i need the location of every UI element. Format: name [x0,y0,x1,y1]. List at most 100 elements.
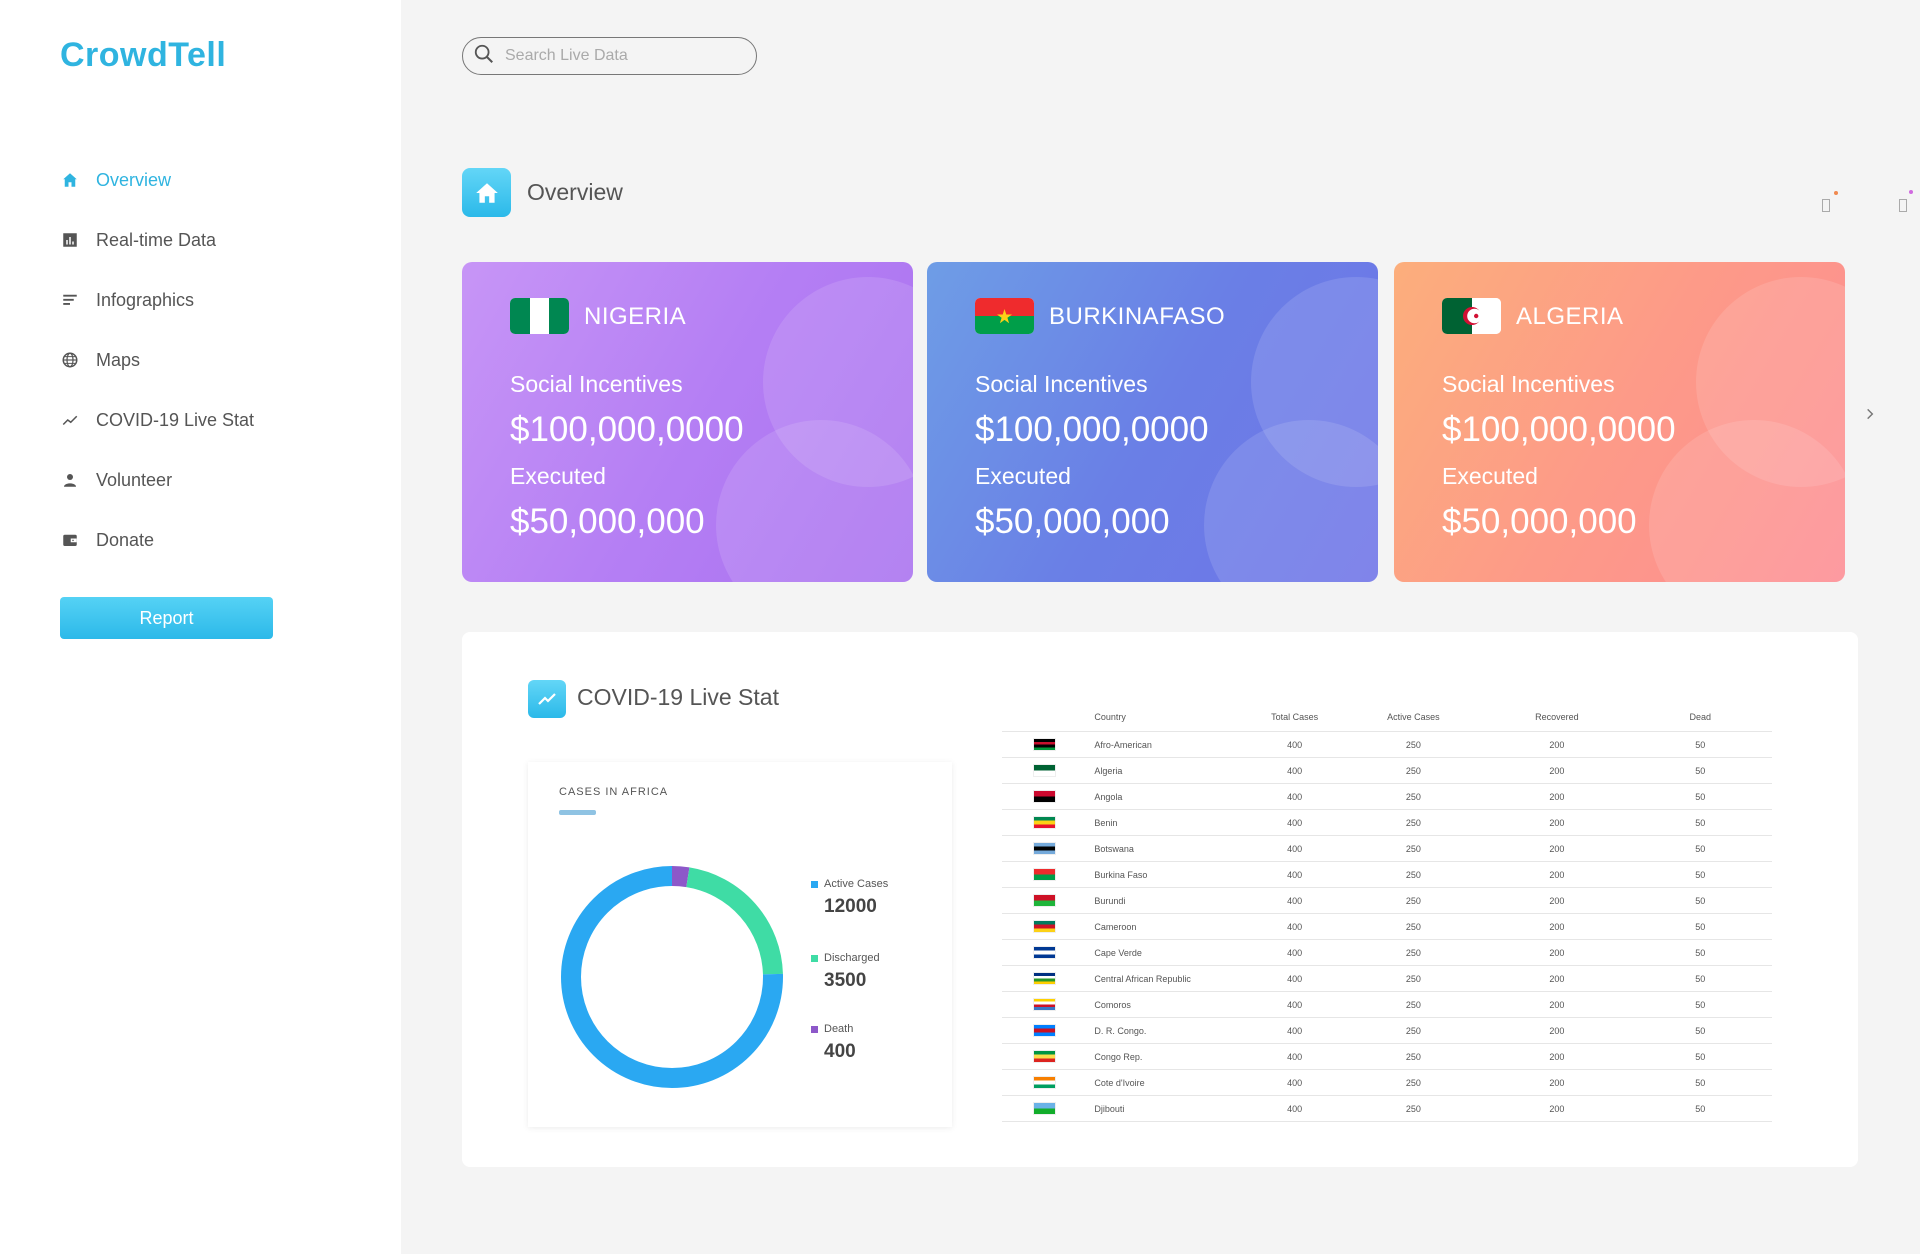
cell-dead: 50 [1695,817,1706,828]
executed-amount: $50,000,000 [1442,502,1637,541]
country-flag-icon [1033,1076,1056,1089]
executed-label: Executed [1442,463,1538,489]
title-underline [559,810,596,815]
country-flag-icon [1033,1102,1056,1115]
country-card-algeria[interactable]: ALGERIA Social Incentives $100,000,0000 … [1394,262,1845,582]
table-row[interactable]: Central African Republic 400 250 200 50 [1002,966,1772,992]
cell-dead: 50 [1695,791,1706,802]
country-name: ALGERIA [1516,303,1624,330]
table-row[interactable]: D. R. Congo. 400 250 200 50 [1002,1018,1772,1044]
cases-table: Country Total Cases Active Cases Recover… [1002,702,1772,1122]
trend-icon [538,693,556,705]
table-row[interactable]: Comoros 400 250 200 50 [1002,992,1772,1018]
decor-circle [1649,420,1845,582]
home-icon [60,170,80,190]
burkinafaso-flag-icon [975,298,1034,334]
cell-recovered: 200 [1549,973,1565,984]
legend-death: Death 400 [811,1023,856,1063]
stat-title: COVID-19 Live Stat [577,684,779,710]
cell-total: 400 [1287,921,1303,932]
country-flag-icon [1033,946,1056,959]
sidebar-item-realtime-data[interactable]: Real-time Data [60,210,254,270]
table-row[interactable]: Cameroon 400 250 200 50 [1002,914,1772,940]
sidebar-item-label: COVID-19 Live Stat [96,409,255,430]
country-flag-icon [1033,1050,1056,1063]
message-icon[interactable] [1899,199,1907,212]
stat-header-icon [528,680,566,718]
incentives-amount: $100,000,0000 [1442,410,1676,449]
donut-chart [561,866,783,1088]
app-logo[interactable]: CrowdTell [60,36,226,75]
legend-label: Discharged [824,952,880,964]
table-row[interactable]: Cote d'Ivoire 400 250 200 50 [1002,1070,1772,1096]
table-row[interactable]: Algeria 400 250 200 50 [1002,758,1772,784]
sidebar-item-overview[interactable]: Overview [60,150,254,210]
table-row[interactable]: Congo Rep. 400 250 200 50 [1002,1044,1772,1070]
sidebar-item-covid-live-stat[interactable]: COVID-19 Live Stat [60,390,254,450]
cell-active: 250 [1405,999,1421,1010]
sidebar-item-maps[interactable]: Maps [60,330,254,390]
wallet-icon [60,530,80,550]
table-header: Country Total Cases Active Cases Recover… [1002,702,1772,732]
cell-recovered: 200 [1549,791,1565,802]
carousel-next-button[interactable] [1860,404,1880,424]
sidebar-item-label: Donate [96,529,155,550]
country-card-burkinafaso[interactable]: BURKINAFASO Social Incentives $100,000,0… [927,262,1378,582]
country-flag-icon [1033,920,1056,933]
cell-active: 250 [1405,895,1421,906]
sidebar-item-infographics[interactable]: Infographics [60,270,254,330]
cell-recovered: 200 [1549,869,1565,880]
table-row[interactable]: Afro-American 400 250 200 50 [1002,732,1772,758]
cell-dead: 50 [1695,1077,1706,1088]
table-row[interactable]: Burkina Faso 400 250 200 50 [1002,862,1772,888]
legend-value: 3500 [824,970,867,991]
cell-country: Central African Republic [1094,973,1191,984]
cell-active: 250 [1405,791,1421,802]
search-box[interactable] [462,37,757,75]
cell-recovered: 200 [1549,1103,1565,1114]
country-flag-icon [1033,894,1056,907]
cell-dead: 50 [1695,1051,1706,1062]
cell-total: 400 [1287,843,1303,854]
report-button[interactable]: Report [60,597,273,639]
sidebar-item-label: Volunteer [96,469,173,490]
cell-total: 400 [1287,739,1303,750]
table-row[interactable]: Angola 400 250 200 50 [1002,784,1772,810]
cell-active: 250 [1405,1103,1421,1114]
cell-active: 250 [1405,1077,1421,1088]
cell-active: 250 [1405,765,1421,776]
legend-value: 12000 [824,896,877,917]
decor-circle [1204,420,1378,582]
cell-recovered: 200 [1549,843,1565,854]
table-row[interactable]: Cape Verde 400 250 200 50 [1002,940,1772,966]
legend-label: Active Cases [824,878,889,890]
executed-label: Executed [975,463,1071,489]
sidebar-item-donate[interactable]: Donate [60,510,254,570]
cell-recovered: 200 [1549,765,1565,776]
country-flag-icon [1033,972,1056,985]
header-country: Country [1094,711,1126,722]
cell-total: 400 [1287,999,1303,1010]
legend-label: Death [824,1023,854,1035]
sidebar-item-label: Real-time Data [96,229,217,250]
cell-country: Botswana [1094,843,1134,854]
table-row[interactable]: Benin 400 250 200 50 [1002,810,1772,836]
legend-active: Active Cases 12000 [811,878,888,918]
legend-discharged: Discharged 3500 [811,952,880,992]
country-card-nigeria[interactable]: NIGERIA Social Incentives $100,000,0000 … [462,262,913,582]
country-name: NIGERIA [584,303,687,330]
sidebar-item-volunteer[interactable]: Volunteer [60,450,254,510]
cell-dead: 50 [1695,895,1706,906]
legend-swatch [811,880,818,888]
executed-amount: $50,000,000 [510,502,705,541]
table-row[interactable]: Djibouti 400 250 200 50 [1002,1096,1772,1122]
table-row[interactable]: Burundi 400 250 200 50 [1002,888,1772,914]
cell-dead: 50 [1695,1025,1706,1036]
search-input[interactable] [505,47,745,65]
notification-icon[interactable] [1822,199,1830,212]
cell-total: 400 [1287,1025,1303,1036]
table-row[interactable]: Botswana 400 250 200 50 [1002,836,1772,862]
cell-recovered: 200 [1549,947,1565,958]
cell-total: 400 [1287,1103,1303,1114]
header-total: Total Cases [1271,711,1319,722]
